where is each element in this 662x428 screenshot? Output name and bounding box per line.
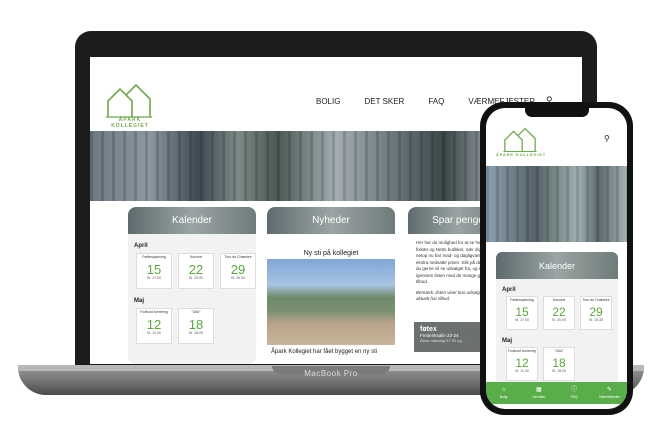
logo-text: ÅPARK KOLLEGIET [496,152,546,157]
event-tile[interactable]: Fællesspisning 15 Kl. 17.00 [506,296,538,330]
bottom-tab-bar: ⌂ Bolig ▦ Det sker ⓘ FAQ ✎ Værmefjester [486,382,627,404]
tools-icon: ✎ [606,387,612,393]
month-label: Maj [134,298,145,304]
kalender-card: Kalender April Fællesspisning 15 Kl. 17.… [128,207,256,364]
home-icon: ⌂ [501,387,506,393]
event-tile[interactable]: "Odd" 18 Kl. 18.00 [178,308,214,344]
tab-det-sker[interactable]: ▦ Det sker [521,382,556,404]
month-label: April [502,287,516,293]
event-tile[interactable]: Tour de Chambre 29 Kl. 15.30 [220,253,256,289]
event-tile[interactable]: Koncert 22 Kl. 20.00 [178,253,214,289]
logo-text: ÅPARK KOLLEGIET [111,117,149,129]
kalender-title: Kalender [128,207,256,234]
event-tile[interactable]: Fodbold turnering 12 Kl. 11.00 [506,347,538,381]
kalender-title: Kalender [496,252,618,279]
nav-item-bolig[interactable]: BOLIG [316,97,340,106]
nyheder-title: Nyheder [267,207,395,234]
nyheder-card[interactable]: Nyheder Ny sti på kollegiet Åpark Kolleg… [267,207,395,364]
nav-item-faq[interactable]: FAQ [428,97,444,106]
nav-item-det-sker[interactable]: DET SKER [364,97,404,106]
news-image [267,259,395,345]
event-tile[interactable]: "Odd" 18 Kl. 18.00 [543,347,575,381]
laptop-brand-label: MacBook Pro [304,369,358,378]
event-tile[interactable]: Tour de Chambre 29 Kl. 15.30 [580,296,612,330]
month-label: April [134,243,148,249]
phone-screen: ÅPARK KOLLEGIET ⚲ Kalender April Fælless… [486,108,627,409]
news-caption: Åpark Kollegiet har fået bygget en ny st… [271,349,378,355]
tab-faq[interactable]: ⓘ FAQ [557,382,592,404]
kalender-card: Kalender April Fællesspisning 15 Kl. 17.… [496,252,618,392]
search-icon[interactable]: ⚲ [604,134,610,143]
tab-bolig[interactable]: ⌂ Bolig [486,382,521,404]
month-label: Maj [502,338,513,344]
info-icon: ⓘ [571,387,578,393]
phone-notch [525,108,589,117]
event-tile[interactable]: Fodbold turnering 12 Kl. 11.00 [136,308,172,344]
calendar-icon: ▦ [536,387,542,393]
event-tile[interactable]: Koncert 22 Kl. 20.00 [543,296,575,330]
logo-icon [106,83,152,118]
logo-icon [503,127,537,153]
tab-vaermefjester[interactable]: ✎ Værmefjester [592,382,627,404]
hero-banner [486,166,627,242]
event-tile[interactable]: Fællesspisning 15 Kl. 17.00 [136,253,172,289]
news-headline[interactable]: Ny sti på kollegiet [267,250,395,257]
